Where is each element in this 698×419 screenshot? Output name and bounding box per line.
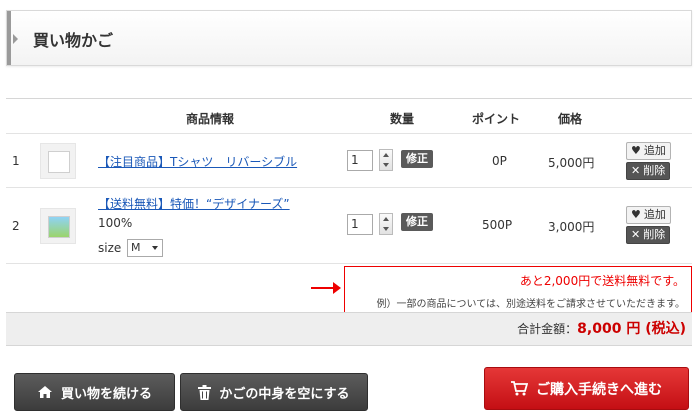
row-index: 2 xyxy=(12,219,20,233)
add-label: 追加 xyxy=(643,208,666,221)
stepper-down-icon[interactable] xyxy=(380,224,392,234)
product-option: 100% xyxy=(98,216,133,230)
header-marker-icon xyxy=(13,34,18,44)
total-bar: 合計金額：8,000 円 (税込) xyxy=(6,312,692,346)
row-index: 1 xyxy=(12,154,20,168)
continue-shopping-button[interactable]: 買い物を続ける xyxy=(14,373,175,411)
empty-cart-button[interactable]: かごの中身を空にする xyxy=(180,373,368,411)
row-points: 500P xyxy=(482,218,513,232)
heart-icon: ♥ xyxy=(631,144,641,157)
quantity-stepper[interactable] xyxy=(379,149,393,171)
home-icon xyxy=(37,386,52,398)
product-thumbnail[interactable] xyxy=(40,143,76,179)
quantity-stepper[interactable] xyxy=(379,213,393,235)
product-link[interactable]: 【注目商品】Tシャツ リバーシブル xyxy=(98,153,297,170)
close-icon: ✕ xyxy=(631,228,641,241)
shipping-notice: あと2,000円で送料無料です。 例）一部の商品については、別途送料をご請求させ… xyxy=(344,266,692,313)
shipping-notice-main: あと2,000円で送料無料です。 xyxy=(519,274,685,288)
delete-label: 削除 xyxy=(643,164,666,177)
add-favorite-button[interactable]: ♥ 追加 xyxy=(626,206,671,224)
stepper-up-icon[interactable] xyxy=(380,214,392,224)
checkout-label: ご購入手続きへ進む xyxy=(536,381,662,398)
column-price: 価格 xyxy=(558,112,583,126)
shipping-notice-row: あと2,000円で送料無料です。 例）一部の商品については、別途送料をご請求させ… xyxy=(6,264,692,314)
table-row: 2 【送料無料】特価！“デザイナーズ” 100% size M 1 修正 500… xyxy=(6,188,692,264)
close-icon: ✕ xyxy=(631,164,641,177)
size-select[interactable]: M xyxy=(127,239,163,257)
page-title: 買い物かご xyxy=(33,31,114,50)
total-label: 合計金額： xyxy=(517,322,578,336)
quantity-input[interactable]: 1 xyxy=(347,214,373,235)
heart-icon: ♥ xyxy=(631,208,641,221)
column-qty: 数量 xyxy=(390,112,415,126)
add-label: 追加 xyxy=(643,144,666,157)
table-header: 商品情報 数量 ポイント 価格 xyxy=(6,98,692,134)
cart-table: 商品情報 数量 ポイント 価格 1 【注目商品】Tシャツ リバーシブル 1 修正… xyxy=(6,98,692,314)
page-header: 買い物かご xyxy=(6,10,692,66)
size-label: size xyxy=(98,241,122,255)
add-favorite-button[interactable]: ♥ 追加 xyxy=(626,142,671,160)
delete-button[interactable]: ✕ 削除 xyxy=(626,226,671,244)
row-price: 5,000円 xyxy=(548,156,595,170)
update-button[interactable]: 修正 xyxy=(401,213,433,231)
arrow-right-icon xyxy=(311,282,341,294)
total-amount: 8,000 円 (税込) xyxy=(577,321,686,337)
empty-cart-label: かごの中身を空にする xyxy=(219,386,350,402)
row-points: 0P xyxy=(492,154,507,168)
stepper-down-icon[interactable] xyxy=(380,160,392,170)
delete-button[interactable]: ✕ 削除 xyxy=(626,162,671,180)
checkout-button[interactable]: ご購入手続きへ進む xyxy=(484,367,689,410)
stepper-up-icon[interactable] xyxy=(380,150,392,160)
row-price: 3,000円 xyxy=(548,220,595,234)
continue-shopping-label: 買い物を続ける xyxy=(60,386,152,402)
cart-icon xyxy=(511,381,528,396)
product-thumbnail[interactable] xyxy=(40,208,76,244)
update-button[interactable]: 修正 xyxy=(401,150,433,168)
column-product: 商品情報 xyxy=(186,112,235,126)
trash-icon xyxy=(198,384,212,400)
table-row: 1 【注目商品】Tシャツ リバーシブル 1 修正 0P 5,000円 ♥ 追加 … xyxy=(6,134,692,188)
shipping-notice-sub: 例）一部の商品については、別途送料をご請求させていただきます。 xyxy=(376,299,686,310)
column-points: ポイント xyxy=(472,112,521,126)
quantity-input[interactable]: 1 xyxy=(347,150,373,171)
delete-label: 削除 xyxy=(643,228,666,241)
product-link[interactable]: 【送料無料】特価！“デザイナーズ” xyxy=(98,195,290,212)
